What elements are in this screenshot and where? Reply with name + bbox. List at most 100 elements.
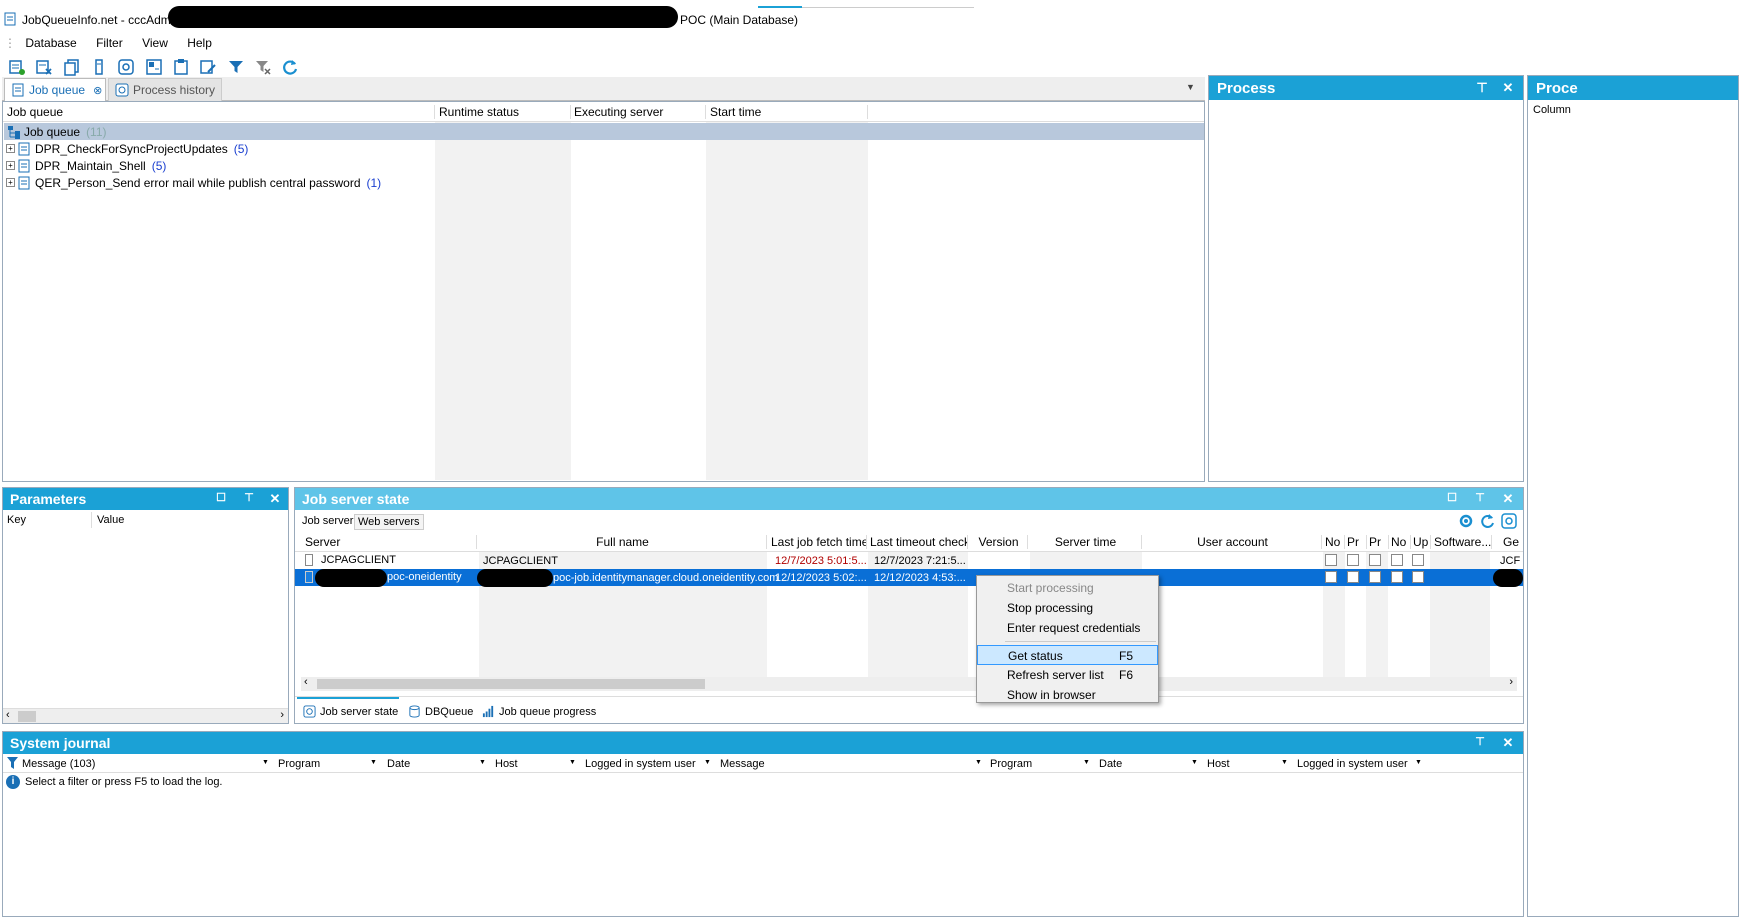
tab-job-queue[interactable]: Job queue ⊗	[4, 78, 106, 101]
pin-icon[interactable]: ⊤	[1471, 735, 1489, 748]
column-message[interactable]: Message	[720, 758, 765, 770]
tree-item[interactable]: + QER_Person_Send error mail while publi…	[6, 174, 381, 191]
horizontal-scrollbar[interactable]: ‹ ›	[301, 676, 1517, 691]
copy-icon[interactable]	[63, 58, 81, 76]
tab-dropdown-icon[interactable]: ▼	[1186, 82, 1195, 92]
menu-item-show-in-browser[interactable]: Show in browser	[977, 685, 1158, 705]
scroll-right-icon[interactable]: ›	[1509, 676, 1513, 688]
tab-dbqueue[interactable]: DBQueue	[408, 705, 473, 718]
checkbox[interactable]	[1325, 571, 1337, 583]
table-row[interactable]: JCPAGCLIENT JCPAGCLIENT 12/7/2023 5:01:5…	[295, 552, 1523, 569]
column-header-pr[interactable]: Pr	[1347, 535, 1367, 549]
column-header-server[interactable]: Server	[305, 535, 477, 549]
column-header-version[interactable]: Version	[970, 535, 1028, 549]
expand-icon[interactable]: +	[6, 178, 15, 187]
maximize-icon[interactable]: ☐	[212, 491, 230, 504]
tab-process-history[interactable]: Process history	[108, 78, 222, 101]
checkbox[interactable]	[1347, 571, 1359, 583]
menu-item-get-status[interactable]: Get status F5	[977, 645, 1158, 665]
column-header-full-name[interactable]: Full name	[479, 535, 767, 549]
column-header-last-timeout[interactable]: Last timeout check	[870, 535, 968, 549]
column-header-last-job-fetch[interactable]: Last job fetch time	[771, 535, 867, 549]
refresh-icon[interactable]	[281, 58, 299, 76]
menu-help[interactable]: Help	[187, 36, 212, 50]
status-icon[interactable]	[1501, 513, 1517, 532]
filter-icon[interactable]	[227, 58, 245, 76]
column-program-2[interactable]: Program	[990, 758, 1032, 770]
dropdown-icon[interactable]: ▼	[569, 759, 576, 766]
expand-icon[interactable]: +	[6, 161, 15, 170]
menu-filter[interactable]: Filter	[96, 36, 123, 50]
column-header-value[interactable]: Value	[97, 514, 124, 526]
column-date[interactable]: Date	[387, 758, 410, 770]
dropdown-icon[interactable]: ▼	[975, 759, 982, 766]
table-row-selected[interactable]: poc-oneidentity poc-job.identitymanager.…	[295, 569, 1523, 587]
column-host-2[interactable]: Host	[1207, 758, 1230, 770]
expand-icon[interactable]: +	[6, 144, 15, 153]
column-logged-in-user[interactable]: Logged in system user	[585, 758, 696, 770]
menu-item-enter-credentials[interactable]: Enter request credentials	[977, 618, 1158, 638]
column-header-no[interactable]: No	[1325, 535, 1345, 549]
checkbox[interactable]	[1369, 571, 1381, 583]
tree-root-row[interactable]: Job queue (11)	[4, 123, 1204, 140]
menu-item-stop-processing[interactable]: Stop processing	[977, 598, 1158, 618]
subtab-web-servers[interactable]: Web servers	[354, 514, 424, 530]
window-icon[interactable]	[145, 58, 163, 76]
dropdown-icon[interactable]: ▼	[1191, 759, 1198, 766]
filter-icon[interactable]	[6, 756, 19, 773]
column-header-job-queue[interactable]: Job queue	[7, 105, 435, 119]
settings-icon[interactable]	[1458, 513, 1474, 532]
edit-icon[interactable]	[199, 58, 217, 76]
column-header-up[interactable]: Up	[1413, 535, 1431, 549]
column-header-software[interactable]: Software...	[1434, 535, 1492, 549]
checkbox[interactable]	[1369, 554, 1381, 566]
column-host[interactable]: Host	[495, 758, 518, 770]
column-logged-in-user-2[interactable]: Logged in system user	[1297, 758, 1408, 770]
scroll-thumb[interactable]	[317, 679, 705, 689]
column-header-start-time[interactable]: Start time	[710, 105, 868, 119]
clear-filter-icon[interactable]	[254, 58, 272, 76]
scroll-right-icon[interactable]: ›	[280, 709, 284, 721]
close-icon[interactable]: ✕	[1499, 735, 1517, 751]
scroll-left-icon[interactable]: ‹	[304, 676, 308, 688]
dropdown-icon[interactable]: ▼	[1083, 759, 1090, 766]
menu-database[interactable]: Database	[25, 36, 76, 50]
column-program[interactable]: Program	[278, 758, 320, 770]
scroll-thumb[interactable]	[18, 711, 36, 722]
close-icon[interactable]: ✕	[266, 491, 284, 507]
checkbox[interactable]	[1391, 571, 1403, 583]
column-header-runtime-status[interactable]: Runtime status	[439, 105, 571, 119]
column-header-no2[interactable]: No	[1391, 535, 1411, 549]
journal-filter-label[interactable]: Message (103)	[22, 758, 95, 770]
checkbox[interactable]	[1412, 554, 1424, 566]
close-icon[interactable]: ✕	[1499, 80, 1517, 96]
column-header-executing-server[interactable]: Executing server	[574, 105, 706, 119]
add-job-icon[interactable]	[8, 58, 26, 76]
delete-job-icon[interactable]	[35, 58, 53, 76]
close-tab-icon[interactable]: ⊗	[93, 84, 102, 97]
maximize-icon[interactable]: ☐	[1443, 491, 1461, 504]
pin-icon[interactable]: ⊤	[1473, 80, 1491, 96]
checkbox[interactable]	[1391, 554, 1403, 566]
column-date-2[interactable]: Date	[1099, 758, 1122, 770]
tree-item[interactable]: + DPR_CheckForSyncProjectUpdates (5)	[6, 140, 248, 157]
column-header-user-account[interactable]: User account	[1144, 535, 1322, 549]
column-header-pr2[interactable]: Pr	[1369, 535, 1389, 549]
tab-job-queue-progress[interactable]: Job queue progress	[482, 705, 596, 718]
menu-item-refresh-server-list[interactable]: Refresh server list F6	[977, 665, 1158, 685]
column-header-ge[interactable]: Ge	[1503, 535, 1521, 549]
tree-item[interactable]: + DPR_Maintain_Shell (5)	[6, 157, 166, 174]
clipboard-icon[interactable]	[172, 58, 190, 76]
server-icon[interactable]	[90, 58, 108, 76]
column-header-key[interactable]: Key	[7, 514, 26, 526]
dropdown-icon[interactable]: ▼	[262, 759, 269, 766]
checkbox[interactable]	[1347, 554, 1359, 566]
pin-icon[interactable]: ⊤	[240, 491, 258, 504]
column-header-server-time[interactable]: Server time	[1030, 535, 1142, 549]
dropdown-icon[interactable]: ▼	[370, 759, 377, 766]
dropdown-icon[interactable]: ▼	[1415, 759, 1422, 766]
checkbox[interactable]	[1412, 571, 1424, 583]
checkbox[interactable]	[1325, 554, 1337, 566]
tab-job-server-state[interactable]: Job server state	[303, 705, 398, 718]
menu-view[interactable]: View	[142, 36, 168, 50]
